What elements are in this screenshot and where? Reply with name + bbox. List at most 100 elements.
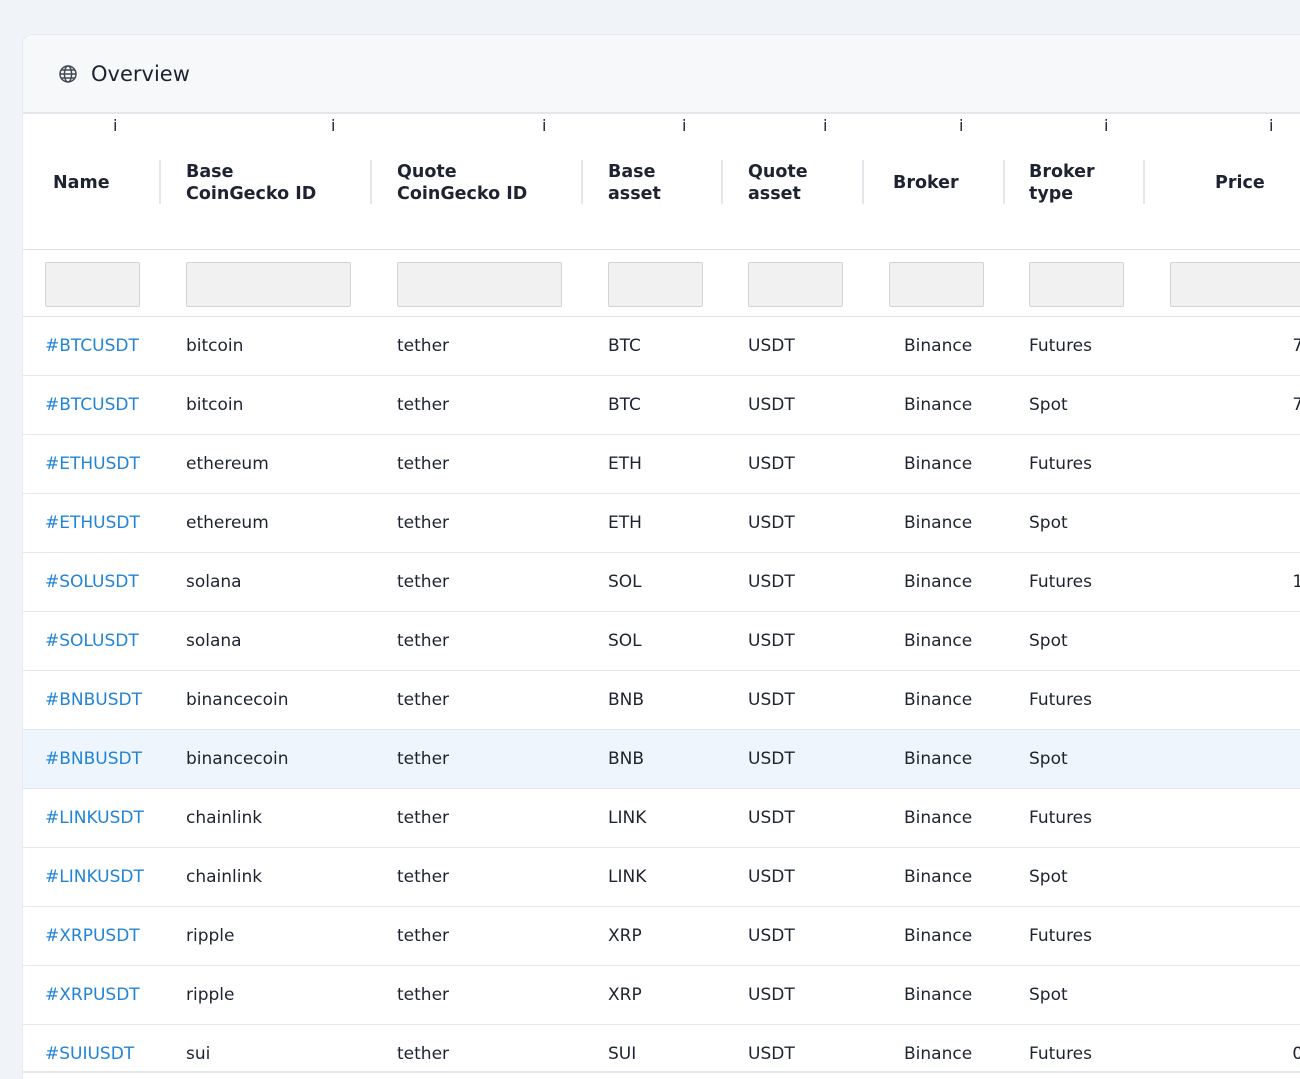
filter-input-base-asset[interactable] [608,262,703,307]
cell-broker-type: Futures [1029,572,1092,592]
cell-broker: Binance [904,395,973,415]
row-name-link[interactable]: #XRPUSDT [45,966,140,1024]
row-name-link[interactable]: #XRPUSDT [45,907,140,965]
cell-base-id: chainlink [186,867,263,887]
row-name-link[interactable]: #LINKUSDT [45,848,144,906]
cell-broker: Binance [904,749,973,769]
column-resize-handle[interactable] [581,160,583,204]
column-header-name[interactable]: Name [53,116,110,250]
cell-base-asset: BNB [608,749,645,769]
table-bottom-divider [23,1071,1300,1073]
table-row[interactable]: #BNBUSDT binancecoin tether BNB USDT Binance S… [23,730,1300,789]
row-name-link[interactable]: #BNBUSDT [45,730,142,788]
column-header-broker-type[interactable]: Broker type [1029,116,1095,250]
info-icon[interactable]: i [1104,116,1108,135]
column-header-price[interactable]: Price [1215,116,1265,250]
row-name-link[interactable]: #BTCUSDT [45,376,139,434]
cell-broker: Binance [904,926,973,946]
row-name-link[interactable]: #BTCUSDT [45,317,139,375]
cell-quote-asset: USDT [748,749,795,769]
cell-base-asset: BTC [608,336,641,356]
table-row[interactable]: #LINKUSDT chainlink tether LINK USDT Binance S… [23,848,1300,907]
cell-base-asset: XRP [608,985,642,1005]
column-resize-handle[interactable] [159,160,161,204]
column-header-label-line: Name [53,173,110,193]
table-row[interactable]: #ETHUSDT ethereum tether ETH USDT Binance Futu… [23,435,1300,494]
cell-broker: Binance [904,454,973,474]
column-resize-handle[interactable] [721,160,723,204]
column-header-label: Broker type [1029,161,1095,205]
column-header-label-line: Price [1215,173,1265,193]
row-name-link[interactable]: #BNBUSDT [45,671,142,729]
cell-quote-asset: USDT [748,690,795,710]
cell-quote-id: tether [397,926,450,946]
row-name-link[interactable]: #SOLUSDT [45,553,139,611]
cell-base-id: ethereum [186,513,269,533]
filter-input-name[interactable] [45,262,140,307]
cell-broker-type: Spot [1029,631,1068,651]
cell-base-id: solana [186,631,242,651]
cell-base-asset: LINK [608,808,647,828]
filter-input-base-id[interactable] [186,262,351,307]
table-header: Name i Base CoinGecko ID i Quote CoinGecko ID i… [23,116,1300,250]
cell-quote-id: tether [397,336,450,356]
column-resize-handle[interactable] [370,160,372,204]
table-row[interactable]: #BTCUSDT bitcoin tether BTC USDT Binance Spot 7… [23,376,1300,435]
table-row[interactable]: #SOLUSDT solana tether SOL USDT Binance Spot 10 [23,612,1300,671]
cell-quote-asset: USDT [748,867,795,887]
cell-broker: Binance [904,631,973,651]
column-resize-handle[interactable] [862,160,864,204]
table-row[interactable]: #SOLUSDT solana tether SOL USDT Binance Future… [23,553,1300,612]
info-icon[interactable]: i [1269,116,1273,135]
info-icon[interactable]: i [682,116,686,135]
row-name-link[interactable]: #ETHUSDT [45,494,140,552]
column-header-quote-id[interactable]: Quote CoinGecko ID [397,116,527,250]
filter-input-price[interactable] [1170,262,1300,307]
info-icon[interactable]: i [113,116,117,135]
cell-quote-id: tether [397,454,450,474]
cell-quote-id: tether [397,690,450,710]
info-icon[interactable]: i [331,116,335,135]
info-icon[interactable]: i [823,116,827,135]
filter-input-quote-asset[interactable] [748,262,843,307]
cell-broker-type: Spot [1029,985,1068,1005]
table-row[interactable]: #BNBUSDT binancecoin tether BNB USDT Binance F… [23,671,1300,730]
column-header-quote-asset[interactable]: Quote asset [748,116,808,250]
info-icon[interactable]: i [959,116,963,135]
filter-row [23,250,1300,317]
column-resize-handle[interactable] [1003,160,1005,204]
cell-broker: Binance [904,513,973,533]
info-icon[interactable]: i [542,116,546,135]
cell-quote-asset: USDT [748,395,795,415]
cell-broker-type: Spot [1029,867,1068,887]
cell-quote-asset: USDT [748,926,795,946]
column-header-label-line: Quote [397,162,457,182]
cell-broker-type: Futures [1029,690,1092,710]
row-name-link[interactable]: #SOLUSDT [45,612,139,670]
table-row[interactable]: #XRPUSDT ripple tether XRP USDT Binance Future… [23,907,1300,966]
cell-quote-asset: USDT [748,513,795,533]
column-header-base-id[interactable]: Base CoinGecko ID [186,116,316,250]
globe-icon [57,63,79,85]
column-header-base-asset[interactable]: Base asset [608,116,661,250]
cell-quote-id: tether [397,572,450,592]
filter-input-broker-type[interactable] [1029,262,1124,307]
cell-broker: Binance [904,336,973,356]
column-header-label-line: Broker [893,173,959,193]
filter-input-quote-id[interactable] [397,262,562,307]
column-resize-handle[interactable] [1143,160,1145,204]
row-name-link[interactable]: #LINKUSDT [45,789,144,847]
table-row[interactable]: #BTCUSDT bitcoin tether BTC USDT Binance Futur… [23,317,1300,376]
cell-base-asset: LINK [608,867,647,887]
table-row[interactable]: #LINKUSDT chainlink tether LINK USDT Binance F… [23,789,1300,848]
table-row[interactable]: #XRPUSDT ripple tether XRP USDT Binance Spot 1.… [23,966,1300,1025]
filter-input-broker[interactable] [889,262,984,307]
cell-base-asset: BNB [608,690,645,710]
cell-base-id: binancecoin [186,690,289,710]
column-header-broker[interactable]: Broker [893,116,959,250]
page-title: Overview [91,61,190,86]
cell-quote-asset: USDT [748,631,795,651]
cell-quote-id: tether [397,631,450,651]
row-name-link[interactable]: #ETHUSDT [45,435,140,493]
table-row[interactable]: #ETHUSDT ethereum tether ETH USDT Binance Spot… [23,494,1300,553]
